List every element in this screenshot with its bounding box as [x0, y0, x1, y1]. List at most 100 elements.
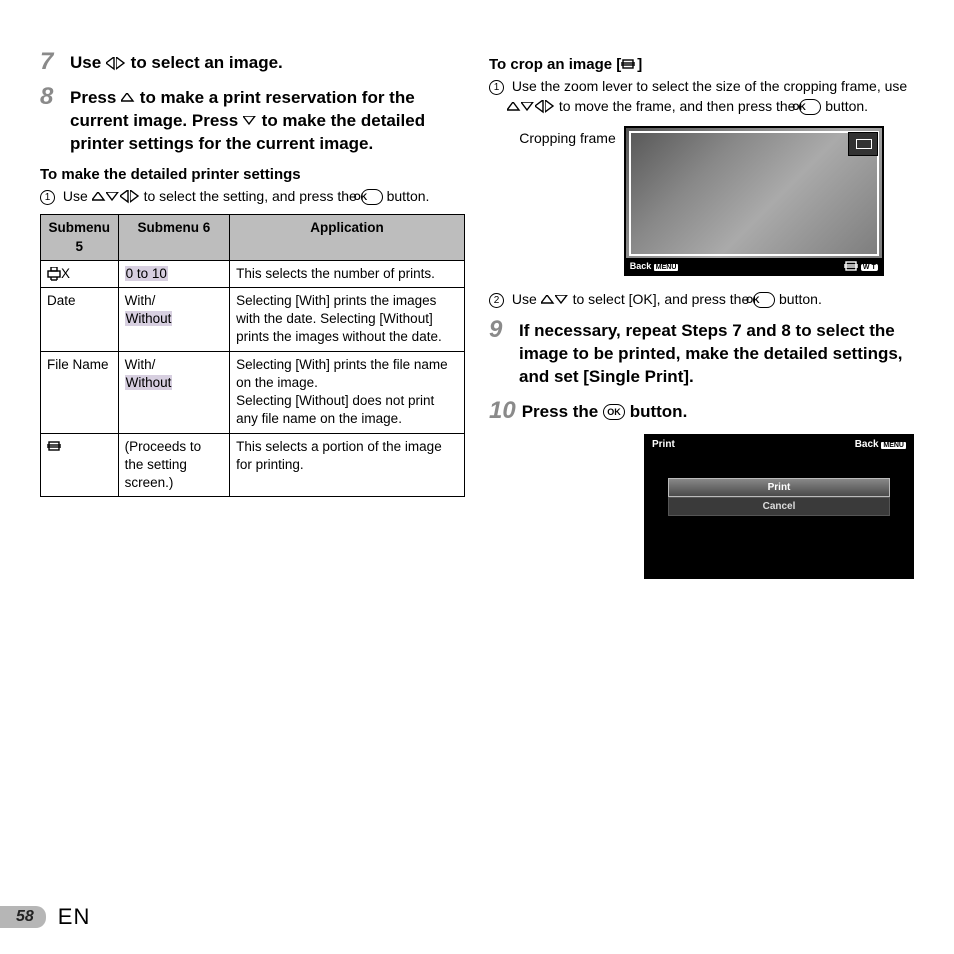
wt-chip-icon: W T [861, 264, 878, 271]
text: Press the [522, 402, 603, 421]
print-back: Back MENU [855, 439, 906, 450]
step-text: Press the OK button. [522, 399, 688, 424]
step-number: 7 [40, 50, 64, 74]
step-text: Press to make a print reservation for th… [70, 85, 465, 156]
crop-body-1: 1 Use the zoom lever to select the size … [507, 77, 914, 116]
print-option-print: Print [668, 478, 890, 497]
text: With/ [125, 357, 156, 372]
text: button. [825, 98, 868, 114]
cell: Date [41, 288, 119, 352]
cropping-frame-label: Cropping frame [519, 126, 616, 146]
print-title: Print [652, 439, 675, 450]
text: ] [637, 56, 642, 73]
ok-button-icon: OK [361, 189, 383, 205]
up-arrow-icon [121, 93, 135, 103]
step-number: 9 [489, 318, 513, 342]
text: button. [387, 188, 430, 204]
cell: This selects a portion of the image for … [230, 433, 465, 497]
crop-heading: To crop an image [] [489, 56, 914, 73]
right-arrow-icon [545, 100, 555, 114]
table-row: X 0 to 10 This selects the number of pri… [41, 260, 465, 287]
down-arrow-icon [555, 295, 569, 305]
text: To crop an image [ [489, 56, 621, 73]
page-number: 58 [0, 906, 46, 928]
highlighted-text: Without [125, 375, 173, 390]
down-arrow-icon [243, 116, 257, 126]
text: to select the setting, and press the [144, 188, 361, 204]
crop-lcd-preview: Back MENU W T [624, 126, 884, 276]
th-submenu5: Submenu 5 [41, 215, 119, 260]
ok-button-icon: OK [603, 404, 625, 420]
crop-icon [621, 58, 637, 72]
menu-chip-icon: MENU [881, 442, 906, 449]
cell [41, 433, 119, 497]
text: to move the frame, and then press the [559, 98, 799, 114]
cell: Selecting [With] prints the images with … [230, 288, 465, 352]
lcd-wt-label: W T [844, 260, 877, 272]
left-arrow-icon [535, 100, 545, 114]
down-arrow-icon [106, 192, 120, 202]
lcd-back-label: Back MENU [630, 261, 679, 271]
print-icon [47, 267, 61, 281]
cell: (Proceeds to the setting screen.) [118, 433, 229, 497]
left-arrow-icon [120, 190, 130, 204]
table-row: Date With/Without Selecting [With] print… [41, 288, 465, 352]
text: button. [630, 402, 688, 421]
highlighted-text: 0 to 10 [125, 266, 168, 281]
text: button. [779, 291, 822, 307]
up-arrow-icon [92, 192, 106, 202]
language-code: EN [58, 904, 91, 930]
cell: This selects the number of prints. [230, 260, 465, 287]
overlay-box-icon [848, 132, 878, 156]
ok-button-icon: OK [799, 99, 821, 115]
cell: With/Without [118, 351, 229, 433]
text: Use [70, 53, 106, 72]
right-arrow-icon [130, 190, 140, 204]
text: to select an image. [131, 53, 283, 72]
print-lcd-preview: Print Back MENU Print Cancel [644, 434, 914, 579]
text: Use [512, 291, 541, 307]
cell: X [41, 260, 119, 287]
step-9: 9 If necessary, repeat Steps 7 and 8 to … [489, 318, 914, 389]
menu-chip-icon: MENU [654, 264, 679, 271]
step-8: 8 Press to make a print reservation for … [40, 85, 465, 156]
circled-1-icon: 1 [489, 80, 504, 95]
crop-frame-outline [629, 131, 879, 256]
step-text: If necessary, repeat Steps 7 and 8 to se… [519, 318, 914, 389]
th-submenu6: Submenu 6 [118, 215, 229, 260]
crop-body-2: 2 Use to select [OK], and press the OK b… [507, 290, 914, 310]
left-arrow-icon [106, 57, 116, 71]
settings-table: Submenu 5 Submenu 6 Application X 0 to 1… [40, 214, 465, 497]
step-number: 8 [40, 85, 64, 109]
page-footer: 58 EN [0, 904, 90, 930]
step-number: 10 [489, 399, 516, 423]
cell: With/Without [118, 288, 229, 352]
text: Use [63, 188, 92, 204]
cell: File Name [41, 351, 119, 433]
cell: 0 to 10 [118, 260, 229, 287]
th-application: Application [230, 215, 465, 260]
down-arrow-icon [521, 102, 535, 112]
circled-2-icon: 2 [489, 293, 504, 308]
right-arrow-icon [116, 57, 126, 71]
table-row: (Proceeds to the setting screen.) This s… [41, 433, 465, 497]
text: X [61, 266, 70, 281]
detailed-settings-body: 1 Use to select the setting, and press t… [58, 187, 465, 207]
table-row: File Name With/Without Selecting [With] … [41, 351, 465, 433]
cell: Selecting [With] prints the file name on… [230, 351, 465, 433]
circled-1-icon: 1 [40, 190, 55, 205]
crop-icon [47, 440, 63, 454]
ok-button-icon: OK [753, 292, 775, 308]
up-arrow-icon [507, 102, 521, 112]
up-arrow-icon [541, 295, 555, 305]
lcd-bottom-bar: Back MENU W T [626, 258, 882, 274]
crop-icon [844, 260, 858, 272]
step-text: Use to select an image. [70, 50, 283, 75]
text: Use the zoom lever to select the size of… [512, 78, 907, 94]
step-10: 10 Press the OK button. [489, 399, 914, 424]
text: to select [OK], and press the [573, 291, 754, 307]
text: With/ [125, 293, 156, 308]
text: Press [70, 88, 121, 107]
print-option-cancel: Cancel [668, 497, 890, 516]
detailed-settings-heading: To make the detailed printer settings [40, 166, 465, 183]
